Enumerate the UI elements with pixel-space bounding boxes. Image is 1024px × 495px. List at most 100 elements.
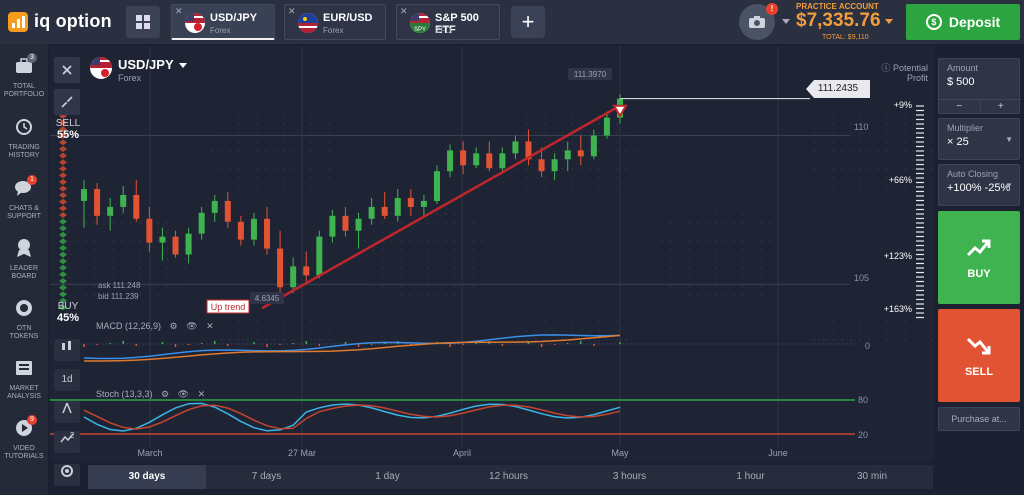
close-icon[interactable]: ✕ <box>206 321 214 331</box>
map-dot <box>688 294 690 296</box>
buy-sentiment: BUY 45% <box>54 301 82 324</box>
drawing-tools-button[interactable] <box>54 401 80 423</box>
map-dot <box>67 240 69 242</box>
map-dot <box>679 231 681 233</box>
balance-chevron-icon[interactable] <box>885 19 893 24</box>
map-dot <box>274 150 276 152</box>
tab-usd-jpy[interactable]: ✕ USD/JPY Forex <box>171 4 275 40</box>
map-dot <box>823 168 825 170</box>
map-dot <box>427 249 429 251</box>
map-dot <box>886 132 888 134</box>
asset-grid-button[interactable] <box>126 6 160 38</box>
collapse-button[interactable] <box>54 89 80 115</box>
tab-label: EUR/USD <box>323 12 373 24</box>
map-dot <box>283 330 285 332</box>
map-dot <box>292 321 294 323</box>
sidebar-item-analysis[interactable]: MARKET ANALYSIS <box>0 358 48 401</box>
chart-type-button[interactable] <box>54 339 80 361</box>
sidebar-item-video[interactable]: 9 VIDEO TUTORIALS <box>0 415 48 461</box>
map-dot <box>265 321 267 323</box>
sidebar-item-leaderboard[interactable]: LEADER BOARD <box>0 238 48 281</box>
add-tab-button[interactable]: + <box>511 6 545 38</box>
sidebar-item-chats[interactable]: 1 CHATS & SUPPORT <box>0 175 48 221</box>
map-dot <box>742 240 744 242</box>
eye-icon[interactable]: 👁 <box>178 389 189 399</box>
timeframe-3-hours[interactable]: 3 hours <box>569 465 690 489</box>
profit-level: +9% <box>893 100 912 110</box>
chevron-down-icon[interactable]: ▼ <box>1005 135 1013 144</box>
map-dot <box>886 150 888 152</box>
timeframe-30-days[interactable]: 30 days <box>88 465 206 489</box>
map-dot <box>886 186 888 188</box>
deposit-button[interactable]: $ Deposit <box>906 4 1020 40</box>
account-balance[interactable]: $7,335.76 <box>796 10 881 32</box>
map-dot <box>895 123 897 125</box>
low-price-label: 4.6345 <box>255 294 280 303</box>
amount-decrease-button[interactable]: − <box>939 100 981 113</box>
purchase-at-button[interactable]: Purchase at... <box>938 407 1020 431</box>
map-dot <box>418 231 420 233</box>
timeframe-1-day[interactable]: 1 day <box>327 465 448 489</box>
close-chart-button[interactable] <box>54 57 80 83</box>
tab-sp500-etf[interactable]: ✕ SPY S&P 500 ETF CFD <box>396 4 500 40</box>
chevron-down-icon[interactable] <box>782 19 790 24</box>
sell-button[interactable]: SELL <box>938 309 1020 402</box>
sentiment-mark <box>59 238 67 245</box>
auto-closing-box[interactable]: Auto Closing +100% -25% ▼ <box>938 164 1020 206</box>
amount-input[interactable]: $ 500 <box>939 73 1019 88</box>
map-dot <box>679 285 681 287</box>
sidebar-item-otn[interactable]: OTN TOKENS <box>0 298 48 341</box>
tab-eur-usd[interactable]: ✕ EUR/USD Forex <box>284 4 386 40</box>
gear-icon[interactable]: ⚙ <box>161 389 169 399</box>
map-dot <box>256 123 258 125</box>
close-icon[interactable]: ✕ <box>400 6 408 17</box>
map-dot <box>409 294 411 296</box>
logo[interactable]: iq option <box>8 11 112 32</box>
map-dot <box>373 285 375 287</box>
map-dot <box>715 222 717 224</box>
map-dot <box>310 186 312 188</box>
buy-button[interactable]: BUY <box>938 211 1020 304</box>
map-dot <box>121 231 123 233</box>
map-dot <box>616 321 618 323</box>
map-dot <box>850 339 852 341</box>
multiplier-box[interactable]: Multiplier × 25 ▼ <box>938 118 1020 160</box>
stoch-indicator-label[interactable]: Stoch (13,3,3) ⚙ 👁 ✕ <box>96 389 205 400</box>
map-dot <box>859 141 861 143</box>
map-dot <box>247 186 249 188</box>
map-dot <box>562 141 564 143</box>
indicators-button[interactable]: 2 <box>54 431 80 453</box>
candle <box>264 218 271 249</box>
x-tick-label: 27 Mar <box>288 448 316 458</box>
chevron-down-icon[interactable]: ▼ <box>1005 181 1013 190</box>
candle <box>603 117 610 136</box>
map-dot <box>157 267 159 269</box>
close-icon[interactable]: ✕ <box>288 6 296 17</box>
candle <box>473 153 480 166</box>
timeframe-12-hours[interactable]: 12 hours <box>448 465 569 489</box>
amount-box[interactable]: Amount $ 500 − + <box>938 58 1022 114</box>
close-icon[interactable]: ✕ <box>198 389 206 399</box>
timeframe-1-hour[interactable]: 1 hour <box>690 465 811 489</box>
amount-increase-button[interactable]: + <box>981 100 1022 113</box>
map-dot <box>877 114 879 116</box>
eye-icon[interactable]: 👁 <box>186 321 197 331</box>
gear-icon[interactable]: ⚙ <box>170 321 178 331</box>
map-dot <box>895 186 897 188</box>
macd-indicator-label[interactable]: MACD (12,26,9) ⚙ 👁 ✕ <box>96 321 214 332</box>
map-dot <box>553 330 555 332</box>
settings-button[interactable] <box>54 464 80 486</box>
map-dot <box>157 231 159 233</box>
sidebar-item-history[interactable]: TRADING HISTORY <box>0 117 48 160</box>
map-dot <box>274 168 276 170</box>
sidebar-item-portfolio[interactable]: 3 TOTAL PORTFOLIO <box>0 53 48 99</box>
map-dot <box>598 150 600 152</box>
timeframe-30-min[interactable]: 30 min <box>811 465 933 489</box>
map-dot <box>580 123 582 125</box>
map-dot <box>445 258 447 260</box>
timeframe-button[interactable]: 1d <box>54 369 80 391</box>
map-dot <box>436 276 438 278</box>
timeframe-7-days[interactable]: 7 days <box>206 465 327 489</box>
map-dot <box>103 267 105 269</box>
close-icon[interactable]: ✕ <box>175 6 183 17</box>
